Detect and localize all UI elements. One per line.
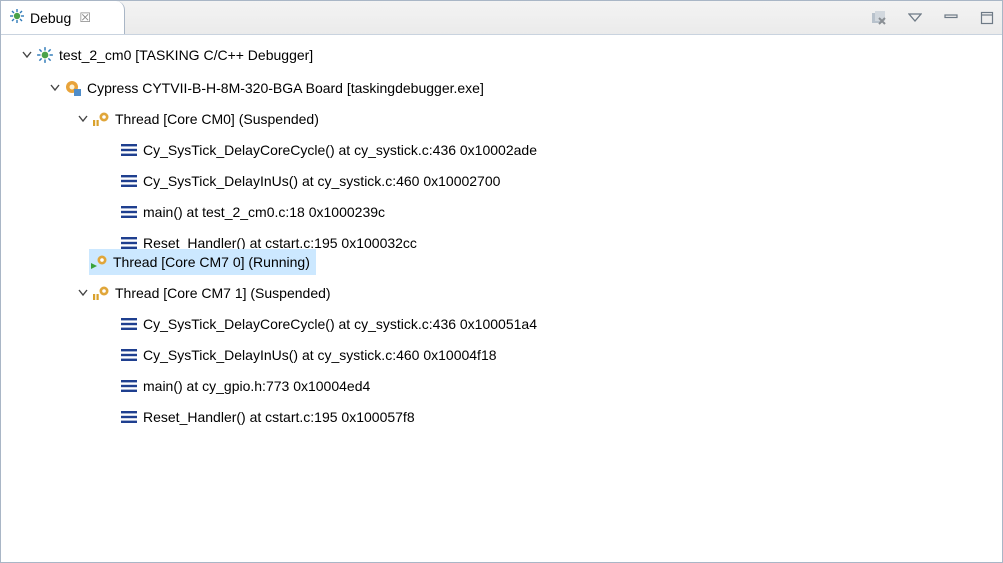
view-menu-icon[interactable] (906, 9, 924, 27)
stack-frame-label: main() at test_2_cm0.c:18 0x1000239c (143, 204, 386, 220)
maximize-icon[interactable] (978, 9, 996, 27)
target-board-icon (63, 78, 83, 98)
running-thread-icon (89, 252, 109, 272)
stack-frame-label: Cy_SysTick_DelayCoreCycle() at cy_systic… (143, 142, 537, 158)
stack-frame-label: Reset_Handler() at cstart.c:195 0x100057… (143, 409, 415, 425)
stack-frame-label: Cy_SysTick_DelayCoreCycle() at cy_systic… (143, 316, 537, 332)
tree-item-stack-frame[interactable]: Cy_SysTick_DelayCoreCycle() at cy_systic… (119, 137, 537, 163)
chevron-down-icon[interactable] (75, 285, 91, 301)
debug-bug-icon (9, 8, 25, 27)
tree-item-stack-frame[interactable]: Cy_SysTick_DelayInUs() at cy_systick.c:4… (119, 342, 497, 368)
view-toolbar (870, 1, 996, 34)
tree-item-thread[interactable]: Thread [Core CM0] (Suspended) (75, 106, 319, 132)
chevron-down-icon[interactable] (75, 111, 91, 127)
stack-frame-icon (119, 345, 139, 365)
tree-item-thread[interactable]: Thread [Core CM7 1] (Suspended) (75, 280, 331, 306)
thread-label: Thread [Core CM7 1] (Suspended) (115, 285, 331, 301)
stack-frame-icon (119, 407, 139, 427)
tree-item-board[interactable]: Cypress CYTVII-B-H-8M-320-BGA Board [tas… (47, 75, 484, 101)
stack-frame-label: Cy_SysTick_DelayInUs() at cy_systick.c:4… (143, 173, 501, 189)
chevron-down-icon[interactable] (47, 80, 63, 96)
debug-tree: test_2_cm0 [TASKING C/C++ Debugger] Cypr… (1, 35, 1002, 562)
debug-tab-label: Debug (30, 9, 72, 26)
tree-item-stack-frame[interactable]: Cy_SysTick_DelayInUs() at cy_systick.c:4… (119, 168, 500, 194)
stack-frame-icon (119, 171, 139, 191)
remove-all-terminated-icon[interactable] (870, 9, 888, 27)
stack-frame-icon (119, 314, 139, 334)
close-tab-icon[interactable]: ☒ (79, 10, 91, 26)
debug-tab[interactable]: Debug ☒ (1, 1, 125, 34)
stack-frame-icon (119, 376, 139, 396)
stack-frame-label: Cy_SysTick_DelayInUs() at cy_systick.c:4… (143, 347, 497, 363)
tree-item-stack-frame[interactable]: main() at cy_gpio.h:773 0x10004ed4 (119, 373, 370, 399)
stack-frame-icon (119, 202, 139, 222)
debug-view: Debug ☒ test_2_cm0 [TASKING C/C++ Debugg… (0, 0, 1003, 563)
chevron-down-icon[interactable] (19, 47, 35, 63)
stack-frame-icon (119, 140, 139, 160)
minimize-icon[interactable] (942, 9, 960, 27)
board-label: Cypress CYTVII-B-H-8M-320-BGA Board [tas… (87, 80, 484, 96)
suspended-thread-icon (91, 109, 111, 129)
view-tab-bar: Debug ☒ (1, 1, 1002, 35)
suspended-thread-icon (91, 283, 111, 303)
debug-launch-icon (35, 45, 55, 65)
thread-label: Thread [Core CM7 0] (Running) (113, 254, 310, 270)
stack-frame-label: main() at cy_gpio.h:773 0x10004ed4 (143, 378, 371, 394)
tree-item-launch[interactable]: test_2_cm0 [TASKING C/C++ Debugger] (19, 42, 313, 68)
tree-item-stack-frame[interactable]: Cy_SysTick_DelayCoreCycle() at cy_systic… (119, 311, 537, 337)
tree-item-thread-selected[interactable]: Thread [Core CM7 0] (Running) (89, 249, 316, 275)
tree-item-stack-frame[interactable]: Reset_Handler() at cstart.c:195 0x100057… (119, 404, 415, 430)
thread-label: Thread [Core CM0] (Suspended) (115, 111, 319, 127)
tree-item-stack-frame[interactable]: main() at test_2_cm0.c:18 0x1000239c (119, 199, 385, 225)
launch-label: test_2_cm0 [TASKING C/C++ Debugger] (59, 47, 314, 63)
